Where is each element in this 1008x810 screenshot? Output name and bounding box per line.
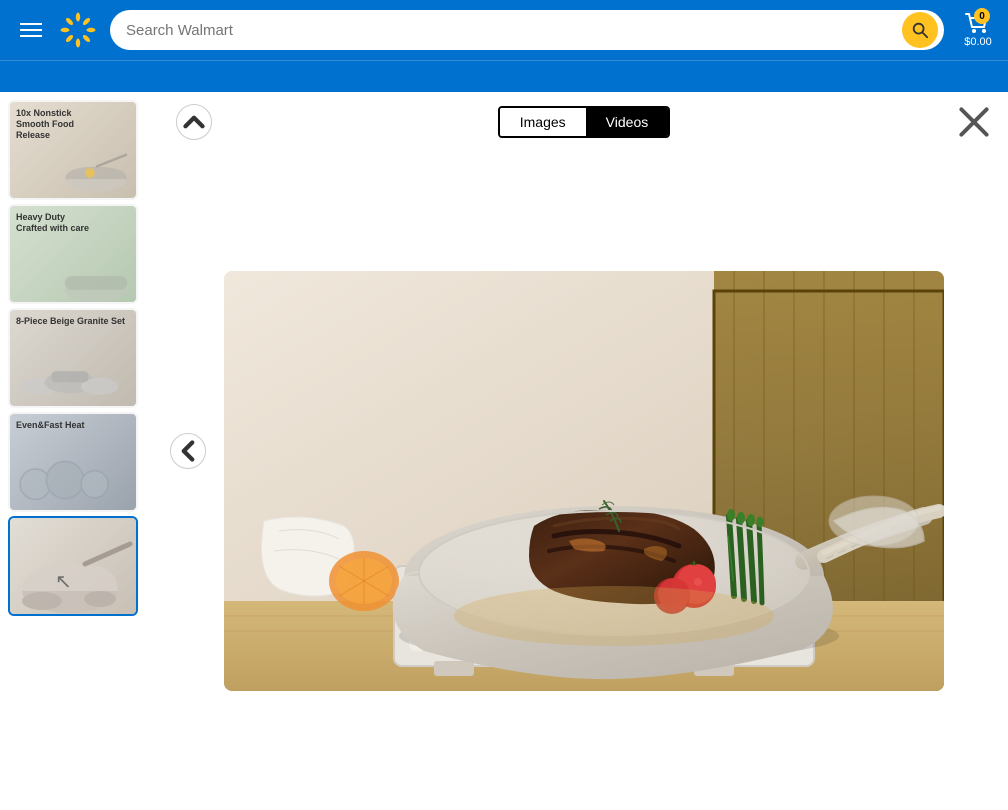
images-tab-button[interactable]: Images [500, 108, 586, 136]
search-bar [110, 10, 944, 50]
chevron-up-icon [177, 105, 211, 139]
close-icon [956, 104, 992, 140]
secondary-navbar [0, 60, 1008, 92]
search-input[interactable] [126, 22, 894, 39]
main-product-image [224, 271, 944, 691]
thumbnail-1[interactable]: 10x NonstickSmooth FoodRelease [8, 100, 138, 200]
product-scene-svg [224, 271, 944, 691]
thumbnail-2[interactable]: Heavy DutyCrafted with care [8, 204, 138, 304]
thumb-label-2: Heavy DutyCrafted with care [16, 212, 89, 234]
thumb-pan-icon-1 [56, 136, 136, 198]
thumb-heat-icon-4 [10, 425, 120, 510]
cursor-indicator: ↖ [55, 569, 72, 594]
search-button[interactable] [902, 12, 938, 48]
cart-badge: 0 [974, 8, 990, 24]
previous-image-button[interactable] [170, 433, 206, 469]
toolbar-area: Images Videos [160, 92, 1008, 152]
walmart-logo[interactable] [58, 10, 98, 50]
thumb-pan-icon-5 [10, 519, 136, 614]
scroll-up-button[interactable] [176, 104, 212, 140]
navbar: 0 $0.00 [0, 0, 1008, 60]
thumb-pan-icon-2 [51, 238, 136, 302]
chevron-left-icon [171, 434, 205, 468]
thumbnail-4[interactable]: Even&Fast Heat [8, 412, 138, 512]
hamburger-menu-button[interactable] [16, 19, 46, 41]
thumb-set-icon-3 [15, 323, 125, 406]
media-tabs: Images Videos [498, 106, 670, 138]
cart-total: $0.00 [964, 36, 992, 48]
cart-button[interactable]: 0 $0.00 [964, 12, 992, 48]
search-icon [911, 21, 929, 39]
main-image-area [160, 152, 1008, 810]
thumbnail-sidebar: 10x NonstickSmooth FoodRelease Heavy Dut… [0, 92, 160, 810]
thumbnail-5[interactable]: ↖ [8, 516, 138, 616]
close-button[interactable] [956, 104, 992, 140]
content-area: 10x NonstickSmooth FoodRelease Heavy Dut… [0, 92, 1008, 810]
videos-tab-button[interactable]: Videos [586, 108, 669, 136]
thumbnail-3[interactable]: 8-Piece Beige Granite Set [8, 308, 138, 408]
